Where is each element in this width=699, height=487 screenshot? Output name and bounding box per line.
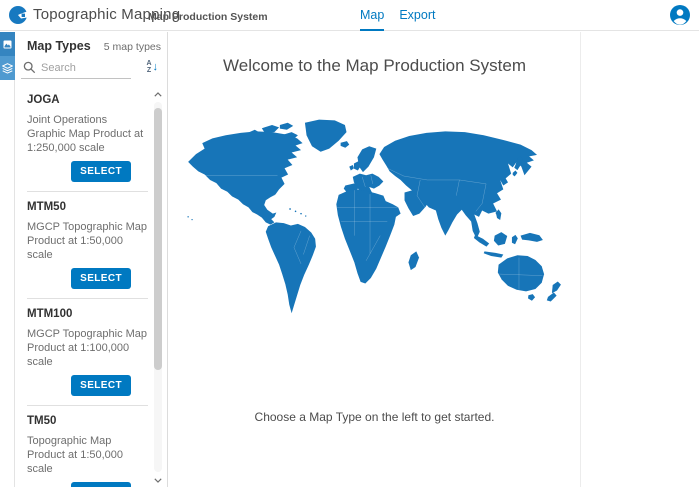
tab-map[interactable]: Map — [360, 0, 384, 31]
main-tabs: Map Export — [360, 0, 435, 31]
card-actions: SELECT — [27, 482, 148, 487]
map-type-description: Joint Operations Graphic Map Product at … — [27, 113, 148, 155]
map-type-description: MGCP Topographic Map Product at 1:100,00… — [27, 327, 148, 369]
welcome-title: Welcome to the Map Production System — [169, 56, 580, 76]
chevron-up-icon — [154, 92, 162, 97]
map-type-description: Topographic Map Product at 1:50,000 scal… — [27, 434, 148, 476]
map-type-card: TM50 Topographic Map Product at 1:50,000… — [27, 406, 148, 487]
tab-export[interactable]: Export — [399, 0, 435, 31]
app-header: Topographic Mapping Map Production Syste… — [0, 0, 699, 31]
sort-button[interactable]: AZ ↓ — [146, 60, 158, 74]
panel-title: Map Types — [27, 39, 91, 53]
app-subtitle: Map Production System — [148, 11, 268, 23]
search-row: AZ ↓ — [21, 59, 162, 81]
app-window: Topographic Mapping Map Production Syste… — [0, 0, 699, 487]
scroll-up-button[interactable] — [152, 88, 164, 100]
map-type-card: JOGA Joint Operations Graphic Map Produc… — [27, 85, 148, 192]
rail-map-types-button[interactable] — [0, 32, 15, 56]
map-type-card: MTM50 MGCP Topographic Map Product at 1:… — [27, 192, 148, 299]
map-type-name: MTM50 — [27, 201, 148, 213]
map-type-list: JOGA Joint Operations Graphic Map Produc… — [27, 85, 148, 487]
map-types-panel: Map Types 5 map types AZ ↓ JOGA Joint Op… — [16, 32, 168, 487]
sort-az-icon: AZ — [146, 60, 151, 74]
map-type-count: 5 map types — [104, 41, 161, 53]
main-content: Welcome to the Map Production System — [169, 32, 581, 487]
world-map — [185, 118, 577, 318]
scroll-down-button[interactable] — [152, 474, 164, 486]
scrollbar-thumb[interactable] — [154, 108, 162, 370]
map-tile-icon — [3, 40, 12, 49]
rail-layers-button[interactable] — [0, 56, 15, 80]
helper-text: Choose a Map Type on the left to get sta… — [169, 410, 580, 424]
select-button[interactable]: SELECT — [71, 482, 131, 487]
layers-icon — [2, 63, 13, 74]
search-icon — [23, 61, 36, 74]
search-input[interactable] — [41, 62, 119, 74]
map-type-card: MTM100 MGCP Topographic Map Product at 1… — [27, 299, 148, 406]
panel-header: Map Types 5 map types — [27, 39, 161, 53]
map-type-name: TM50 — [27, 415, 148, 427]
card-actions: SELECT — [27, 375, 148, 396]
app-logo-icon — [8, 5, 28, 25]
search-box — [21, 59, 131, 79]
sort-arrow-icon: ↓ — [153, 62, 159, 73]
select-button[interactable]: SELECT — [71, 268, 131, 289]
map-type-name: MTM100 — [27, 308, 148, 320]
map-type-description: MGCP Topographic Map Product at 1:50,000… — [27, 220, 148, 262]
map-type-name: JOGA — [27, 94, 148, 106]
select-button[interactable]: SELECT — [71, 375, 131, 396]
right-gutter — [582, 32, 699, 487]
action-rail — [0, 32, 15, 487]
user-avatar-button[interactable] — [670, 5, 690, 25]
select-button[interactable]: SELECT — [71, 161, 131, 182]
card-actions: SELECT — [27, 161, 148, 182]
sidebar-scrollbar — [152, 88, 164, 486]
user-icon — [670, 5, 690, 25]
card-actions: SELECT — [27, 268, 148, 289]
chevron-down-icon — [154, 478, 162, 483]
